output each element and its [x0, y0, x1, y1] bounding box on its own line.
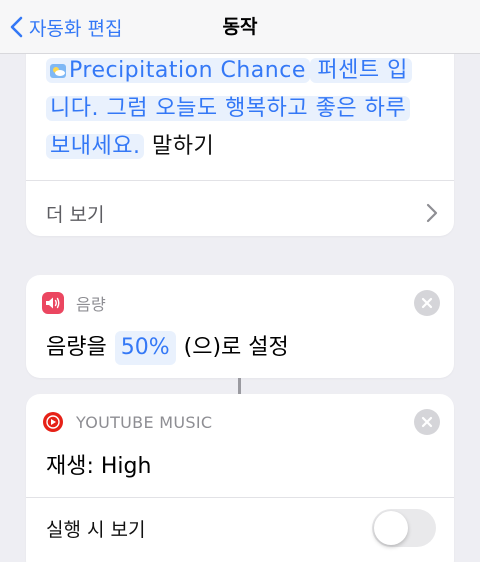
card-divider: [26, 497, 454, 498]
speak-text-body[interactable]: Precipitation Chance 퍼센트 입 니다. 그럼 오늘도 행복…: [46, 52, 426, 166]
music-action-header: YOUTUBE MUSIC: [42, 408, 440, 436]
music-play-label: 재생: High: [46, 454, 152, 479]
youtube-music-action-card: YOUTUBE MUSIC 재생: High 실행 시 보기: [26, 394, 454, 562]
text-line-2: 니다. 그럼 오늘도 행복하고 좋은 하루: [46, 90, 426, 128]
speaker-icon: [42, 292, 64, 314]
text-line-1: Precipitation Chance 퍼센트 입: [46, 52, 426, 90]
show-when-run-label: 실행 시 보기: [46, 518, 146, 541]
music-action-body[interactable]: 재생: High: [46, 450, 151, 484]
remove-music-action-button[interactable]: [414, 409, 440, 435]
shortcut-editor-page: Precipitation Chance 퍼센트 입 니다. 그럼 오늘도 행복…: [0, 0, 480, 562]
speak-text-action-card: Precipitation Chance 퍼센트 입 니다. 그럼 오늘도 행복…: [26, 30, 454, 236]
youtube-music-icon: [42, 411, 64, 433]
show-more-row[interactable]: 더 보기: [46, 190, 438, 236]
text-line-1-continuation: 퍼센트 입: [309, 58, 412, 83]
navigation-bar: 자동화 편집 동작: [0, 0, 480, 54]
close-icon: [421, 297, 433, 309]
text-line-2-content: 니다. 그럼 오늘도 행복하고 좋은 하루: [46, 96, 411, 121]
set-volume-action-card: 음량 음량을 50% (으)로 설정: [26, 275, 454, 378]
show-when-run-row: 실행 시 보기: [46, 508, 436, 548]
volume-prefix-label: 음량을: [46, 335, 107, 360]
volume-value-token[interactable]: 50%: [114, 331, 176, 365]
music-action-title: YOUTUBE MUSIC: [76, 412, 213, 432]
volume-action-header: 음량: [42, 289, 440, 317]
precipitation-variable-token[interactable]: Precipitation Chance: [46, 58, 310, 83]
page-title: 동작: [222, 16, 258, 38]
close-icon: [421, 416, 433, 428]
show-when-run-toggle[interactable]: [372, 509, 436, 547]
chevron-right-icon: [426, 203, 438, 223]
remove-volume-action-button[interactable]: [414, 290, 440, 316]
volume-action-body: 음량을 50% (으)로 설정: [46, 331, 289, 365]
show-more-label: 더 보기: [46, 203, 105, 226]
volume-suffix-label: (으)로 설정: [183, 335, 289, 360]
precipitation-token-label: Precipitation Chance: [69, 58, 306, 83]
text-line-3-content: 보내세요.: [46, 134, 145, 159]
card-divider: [26, 180, 454, 181]
volume-action-title: 음량: [76, 295, 107, 314]
action-connector-line: [238, 378, 241, 394]
speak-verb-label: 말하기: [151, 134, 215, 159]
weather-variable-icon: [50, 64, 66, 78]
toggle-knob: [374, 511, 408, 545]
text-line-3: 보내세요. 말하기: [46, 128, 426, 166]
